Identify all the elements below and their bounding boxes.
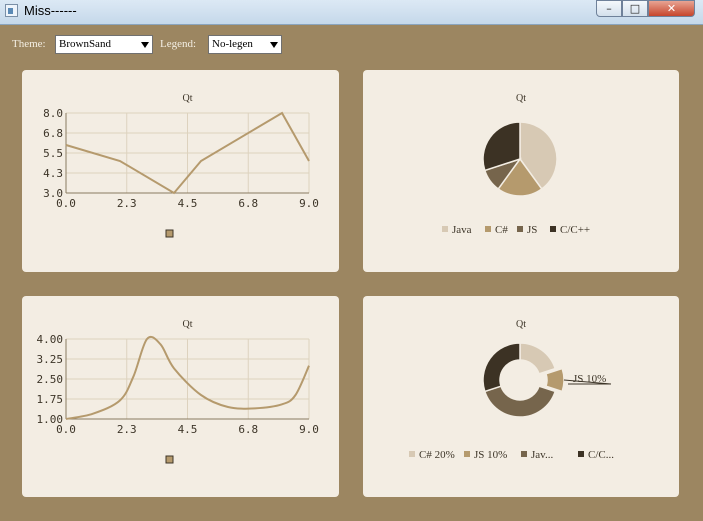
y-tick-label: 2.50 [37,373,64,386]
chart-title: Qt [183,319,193,330]
legend-label: Legend: [160,38,197,50]
slice-cpp [482,342,521,393]
legend-marker [165,455,174,464]
legend-entry: C/C++ [560,224,590,236]
legend-select[interactable]: No-legen [208,35,282,54]
legend-entry: Java [452,224,472,236]
pie-chart-svg: Qt Java C# JS C/C++ [442,93,590,236]
x-tick-label: 2.3 [117,197,137,210]
legend-marker [521,451,527,457]
legend-entry: C# 20% [419,449,455,461]
y-tick-label: 4.00 [37,333,64,346]
x-tick-label: 9.0 [299,197,319,210]
slice-java [483,385,557,418]
line-chart-panel-2: Qt 0.0 2.3 4.5 6.8 9.0 1.00 1.75 2.50 3.25 4.00 [22,296,339,497]
legend-entry: JS 10% [474,449,507,461]
slice-csharp [519,342,557,375]
minimize-button[interactable]: – [596,0,622,17]
legend-marker [550,226,556,232]
app-icon [5,4,18,17]
y-tick-label: 5.5 [43,147,63,160]
y-tick-label: 4.3 [43,167,63,180]
theme-select[interactable]: BrownSand [55,35,153,54]
line-chart-panel-1: Qt 0.0 2.3 4.5 6.8 9.0 3.0 4.3 5.5 6.8 8.0 [22,70,339,272]
x-tick-label: 2.3 [117,423,137,436]
y-tick-label: 6.8 [43,127,63,140]
legend-entry: C/C... [588,449,614,461]
legend-marker [464,451,470,457]
chart-title: Qt [183,93,193,104]
theme-select-value: BrownSand [59,38,111,50]
chevron-down-icon [141,42,149,48]
x-tick-label: 4.5 [178,197,198,210]
y-tick-label: 1.75 [37,393,64,406]
x-tick-label: 9.0 [299,423,319,436]
x-tick-label: 6.8 [238,423,258,436]
line-chart-svg: Qt0.0 2.3 4.5 6.8 9.03.04.35.56.88.0 [43,93,319,238]
close-button[interactable]: ✕ [648,0,695,17]
x-tick-label: 6.8 [238,197,258,210]
theme-label: Theme: [12,38,46,50]
chart-title: Qt [516,93,526,104]
pie-chart-panel-1: Qt Java C# JS C/C++ [363,70,679,272]
legend-marker [517,226,523,232]
y-tick-label: 1.00 [37,413,64,426]
legend-marker [165,229,174,238]
legend-entry: C# [495,224,508,236]
pie-chart-svg: Qt JS 10% C# 20% JS 10% Jav... C/C... [409,319,614,461]
y-tick-label: 3.0 [43,187,63,200]
legend-entry: JS [527,224,537,236]
legend-select-value: No-legen [212,38,253,50]
legend-marker [485,226,491,232]
y-tick-label: 8.0 [43,107,63,120]
app-window: Miss------ – □ ✕ Theme: BrownSand Legend… [0,0,703,521]
window-title: Miss------ [24,3,77,18]
legend-entry: Jav... [531,449,553,461]
slice-js [545,367,565,393]
chevron-down-icon [270,42,278,48]
line-chart-svg: Qt0.0 2.3 4.5 6.8 9.01.001.752.503.254.00 [37,319,319,464]
callout-label: JS 10% [573,373,606,385]
chart-title: Qt [516,319,526,330]
legend-marker [578,451,584,457]
y-tick-label: 3.25 [37,353,64,366]
legend-marker [442,226,448,232]
x-tick-label: 4.5 [178,423,198,436]
legend-marker [409,451,415,457]
maximize-button[interactable]: □ [622,0,648,17]
title-bar[interactable]: Miss------ – □ ✕ [0,0,703,25]
donut-chart-panel: Qt JS 10% C# 20% JS 10% Jav... C/C... [363,296,679,497]
